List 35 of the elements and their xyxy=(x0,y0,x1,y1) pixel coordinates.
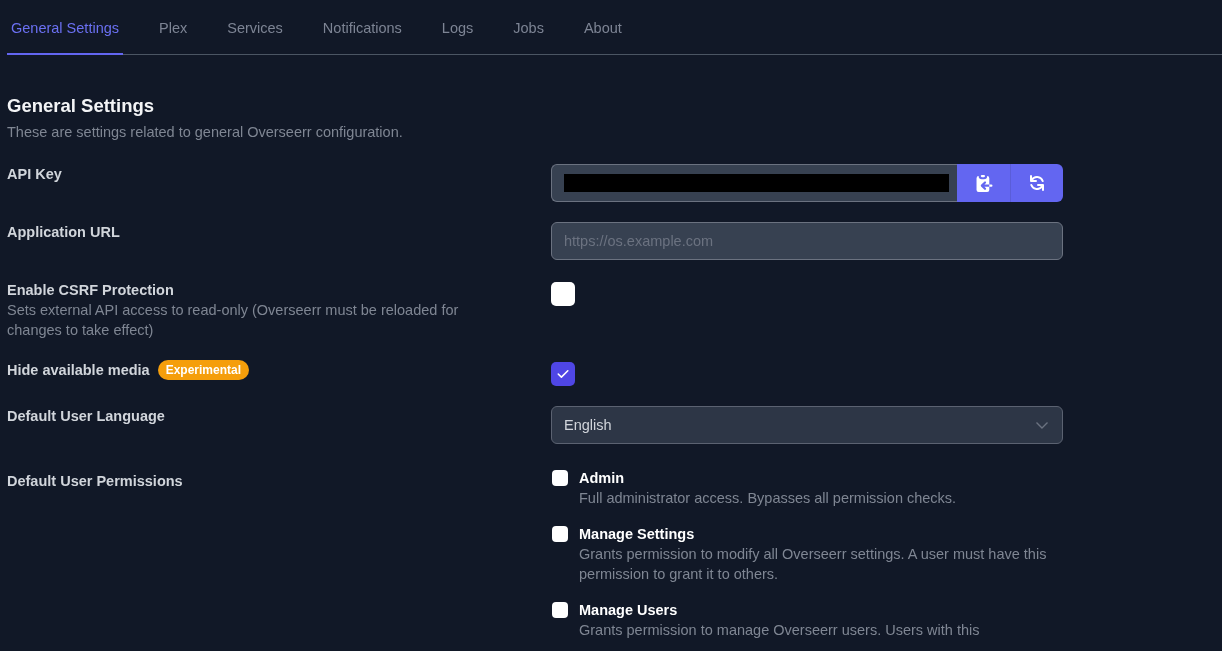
checkbox[interactable] xyxy=(552,470,568,486)
regenerate-button[interactable] xyxy=(1010,164,1063,202)
tab[interactable]: Logs xyxy=(437,0,478,55)
tab[interactable]: Plex xyxy=(155,0,192,55)
setting-label: Enable CSRF Protection xyxy=(7,281,174,300)
feature-badge: Experimental xyxy=(157,360,250,380)
setting-label: API Key xyxy=(7,165,62,184)
permission-name: Manage Settings xyxy=(579,525,696,544)
setting-description: Sets external API access to read-only (Overseerr must be reloaded for changes to take effect) xyxy=(7,301,460,340)
language-select[interactable]: English xyxy=(551,406,1063,444)
setting-label: Default User Language xyxy=(7,407,165,426)
api-key-field[interactable] xyxy=(551,164,957,202)
tab[interactable]: General Settings xyxy=(7,0,123,55)
section-description: These are settings related to general Overseerr configuration. xyxy=(7,123,404,142)
checkbox[interactable] xyxy=(551,282,575,306)
checkbox[interactable] xyxy=(552,602,568,618)
tab[interactable]: Jobs xyxy=(509,0,548,55)
section-title: General Settings xyxy=(7,94,155,118)
permission-description: Full administrator access. Bypasses all permission checks. xyxy=(579,489,957,508)
tab[interactable]: Notifications xyxy=(318,0,406,55)
copy-button[interactable] xyxy=(957,164,1010,202)
setting-label: Application URL xyxy=(7,223,120,242)
chevron-down-icon xyxy=(1036,421,1048,429)
permission-name: Admin xyxy=(579,469,626,488)
permission-name: Manage Users xyxy=(579,601,679,620)
refresh-icon xyxy=(1029,175,1045,191)
clipboard-arrow-icon xyxy=(975,174,993,192)
checkbox[interactable] xyxy=(551,362,575,386)
setting-label: Hide available media xyxy=(7,361,150,380)
permission-description: Grants permission to manage Overseerr users. Users with this xyxy=(579,621,980,640)
permission-description: Grants permission to modify all Overseerr settings. A user must have this permission to grant it to others. xyxy=(579,545,1048,584)
tab[interactable]: Services xyxy=(223,0,287,55)
checkbox[interactable] xyxy=(552,526,568,542)
tab[interactable]: About xyxy=(579,0,626,55)
setting-label: Default User Permissions xyxy=(7,472,183,491)
